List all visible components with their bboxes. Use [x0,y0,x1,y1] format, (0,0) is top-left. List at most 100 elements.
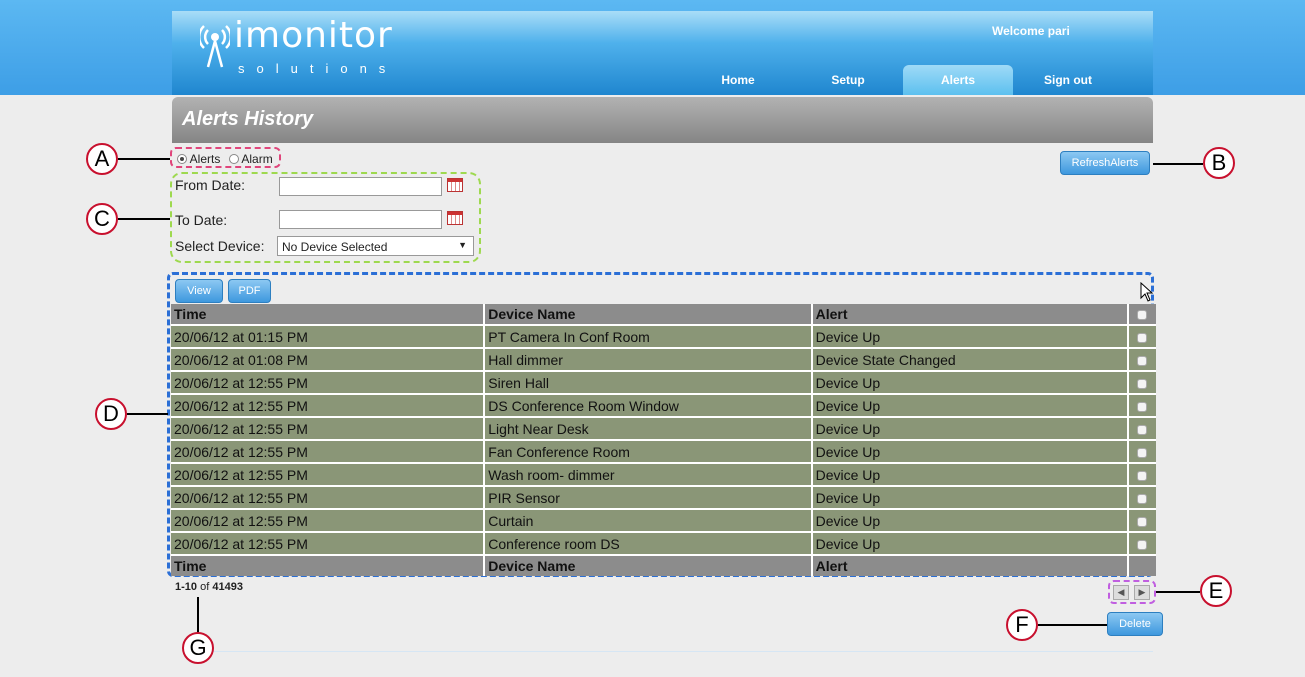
row-checkbox[interactable] [1137,447,1148,458]
refresh-alerts-button[interactable]: RefreshAlerts [1060,151,1150,175]
cell-checkbox [1127,324,1156,348]
row-checkbox[interactable] [1137,516,1148,527]
to-date-input[interactable] [279,210,442,229]
from-date-calendar-icon[interactable] [447,178,463,192]
row-checkbox[interactable] [1137,332,1148,343]
table-footer-row: Time Device Name Alert [171,554,1156,576]
device-select-value: No Device Selected [282,240,388,254]
cell-time: 20/06/12 at 12:55 PM [171,531,486,555]
cell-device-name: Conference room DS [484,531,813,555]
table-row: 20/06/12 at 12:55 PM PIR Sensor Device Up [171,485,1156,509]
cell-time: 20/06/12 at 12:55 PM [171,462,486,486]
from-date-label: From Date: [175,177,246,193]
row-checkbox[interactable] [1137,424,1148,435]
footer-header-time: Time [171,554,486,576]
cell-device-name: DS Conference Room Window [484,393,813,417]
cell-device-name: Siren Hall [484,370,813,394]
column-header-time[interactable]: Time [171,304,486,325]
nav-alerts[interactable]: Alerts [903,65,1013,95]
cell-device-name: Curtain [484,508,813,532]
cell-alert: Device Up [811,439,1129,463]
page-of-text: of [200,581,210,593]
column-header-alert[interactable]: Alert [811,304,1129,325]
callout-line-b [1153,163,1203,165]
cell-time: 20/06/12 at 12:55 PM [171,439,486,463]
callout-line-g [197,597,199,633]
nav-setup[interactable]: Setup [793,65,903,95]
cell-checkbox [1127,508,1156,532]
from-date-input[interactable] [279,177,442,196]
alarm-radio-label: Alarm [241,152,273,166]
callout-d: D [95,398,127,430]
cell-checkbox [1127,439,1156,463]
logo-text: imonitor [234,15,393,56]
alerts-radio[interactable] [177,154,187,164]
cell-time: 20/06/12 at 12:55 PM [171,370,486,394]
page-title: Alerts History [172,97,1153,143]
table-row: 20/06/12 at 12:55 PM Light Near Desk Devic… [171,416,1156,440]
cell-alert: Device Up [811,393,1129,417]
to-date-calendar-icon[interactable] [447,211,463,225]
row-checkbox[interactable] [1137,470,1148,481]
cell-device-name: PIR Sensor [484,485,813,509]
antenna-logo-icon [200,25,230,68]
device-select[interactable]: No Device Selected ▼ [277,236,474,256]
nav-sign-out[interactable]: Sign out [1013,65,1123,95]
cell-device-name: Light Near Desk [484,416,813,440]
cell-checkbox [1127,393,1156,417]
cell-checkbox [1127,531,1156,555]
cell-alert: Device Up [811,531,1129,555]
logo-subtext: solutions [238,61,398,76]
cell-time: 20/06/12 at 12:55 PM [171,485,486,509]
callout-e: E [1200,575,1232,607]
table-row: 20/06/12 at 01:15 PM PT Camera In Conf Ro… [171,324,1156,348]
select-device-label: Select Device: [175,238,265,254]
alarm-radio[interactable] [228,154,239,164]
total-count: 41493 [212,581,243,593]
nav-home[interactable]: Home [683,65,793,95]
prev-page-icon[interactable]: ◀ [1113,585,1129,600]
cell-alert: Device Up [811,324,1129,348]
page-range: 1-10 [175,581,198,593]
row-checkbox[interactable] [1137,493,1148,504]
callout-line-a [118,158,170,160]
callout-c: C [86,203,118,235]
welcome-text: Welcome pari [992,24,1070,38]
alerts-radio-label: Alerts [189,152,221,166]
cell-alert: Device Up [811,508,1129,532]
column-header-device-name[interactable]: Device Name [484,304,813,325]
table-header-row: Time Device Name Alert [171,304,1156,325]
cell-checkbox [1127,370,1156,394]
callout-line-d [127,413,168,415]
cell-alert: Device Up [811,485,1129,509]
row-checkbox[interactable] [1137,539,1148,550]
footer-divider [196,651,1153,652]
dropdown-arrow-icon: ▼ [458,240,467,250]
cell-checkbox [1127,462,1156,486]
cell-time: 20/06/12 at 01:08 PM [171,347,486,371]
callout-a: A [86,143,118,175]
pdf-button[interactable]: PDF [228,279,271,303]
table-row: 20/06/12 at 01:08 PM Hall dimmer Device St… [171,347,1156,371]
callout-f: F [1006,609,1038,641]
footer-header-device-name: Device Name [484,554,813,576]
select-all-checkbox[interactable] [1137,310,1148,321]
callout-line-f [1038,624,1107,626]
view-button[interactable]: View [175,279,223,303]
cell-device-name: Fan Conference Room [484,439,813,463]
next-page-icon[interactable]: ▶ [1134,585,1150,600]
table-row: 20/06/12 at 12:55 PM Siren Hall Device Up [171,370,1156,394]
delete-button[interactable]: Delete [1107,612,1163,636]
cell-device-name: Hall dimmer [484,347,813,371]
alerts-table: Time Device Name Alert 20/06/12 at 01:15… [171,304,1156,576]
cell-time: 20/06/12 at 12:55 PM [171,393,486,417]
row-checkbox[interactable] [1137,401,1148,412]
cell-alert: Device Up [811,416,1129,440]
cell-alert: Device State Changed [811,347,1129,371]
row-checkbox[interactable] [1137,378,1148,389]
row-checkbox[interactable] [1137,355,1148,366]
select-all-cell [1127,304,1156,325]
footer-empty-cell [1127,554,1156,576]
footer-header-alert: Alert [811,554,1129,576]
table-row: 20/06/12 at 12:55 PM Conference room DS De… [171,531,1156,555]
